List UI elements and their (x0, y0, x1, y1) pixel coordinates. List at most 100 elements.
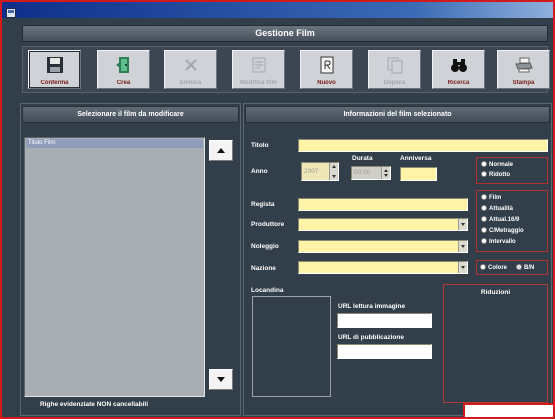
anno-spinner[interactable] (329, 163, 338, 180)
radio-ridotto[interactable]: Ridotto (481, 171, 510, 179)
radio-label: C/Metraggio (489, 228, 524, 234)
radio-button-icon (481, 227, 487, 233)
durata-spinner[interactable] (381, 167, 390, 179)
button-label: Crea (116, 80, 131, 86)
scroll-up-button[interactable] (209, 140, 233, 161)
anniversa-label: Anniversa (400, 155, 432, 162)
delete-x-icon (181, 55, 201, 75)
highlight-box (463, 403, 555, 419)
nazione-dropdown-button[interactable] (458, 262, 467, 273)
arrow-up-icon (217, 148, 225, 153)
radio-label: B/N (524, 265, 535, 271)
radio-button-icon (481, 238, 487, 244)
regista-label: Regista (251, 201, 275, 208)
crea-button[interactable]: Crea (97, 50, 150, 89)
radio-attualita[interactable]: Attualità (481, 205, 513, 213)
button-label: Conferma (40, 80, 69, 86)
nazione-label: Nazione (251, 265, 276, 272)
binoculars-icon (449, 55, 469, 75)
button-label: Modifica film (240, 80, 277, 86)
form-title: Gestione Film (255, 28, 315, 38)
radio-normale[interactable]: Normale (481, 161, 513, 169)
anno-label: Anno (251, 168, 268, 175)
edit-icon (249, 55, 269, 75)
elimina-button[interactable]: Elimina (164, 50, 217, 89)
window-title-bar[interactable] (2, 2, 553, 18)
radio-button-icon (481, 171, 487, 177)
arrow-down-icon (217, 377, 225, 382)
button-label: Ricerca (447, 80, 470, 86)
produttore-dropdown-button[interactable] (458, 219, 467, 230)
radio-button-icon (481, 194, 487, 200)
durata-value: 00:00 (354, 169, 371, 176)
form-title-bar: Gestione Film (22, 25, 548, 42)
ricerca-button[interactable]: Ricerca (432, 50, 485, 89)
anno-field[interactable]: 2007 (301, 162, 339, 181)
regista-field[interactable] (298, 198, 468, 211)
radio-attualita-169[interactable]: Attual.16/9 (481, 216, 519, 224)
radio-cortometraggio[interactable]: C/Metraggio (481, 227, 524, 235)
duplicate-icon (385, 55, 405, 75)
document-icon (317, 55, 337, 75)
radio-label: Intervallo (489, 239, 516, 245)
button-label: Duplica (383, 80, 406, 86)
produttore-select[interactable] (298, 218, 468, 231)
locandina-label: Locandina (251, 287, 284, 294)
url-pubblicazione-field[interactable] (337, 344, 432, 359)
radio-button-icon (480, 264, 486, 270)
radio-label: Attualità (489, 206, 513, 212)
url-lettura-field[interactable] (337, 313, 432, 328)
riduzioni-box[interactable]: Riduzioni (443, 284, 548, 403)
radio-intervallo[interactable]: Intervallo (481, 238, 516, 246)
film-list-header: Selezionare il film da modificare (22, 106, 239, 123)
chevron-down-icon (461, 245, 465, 248)
button-label: Stampa (512, 80, 535, 86)
radio-label: Attual.16/9 (489, 217, 520, 223)
anno-value: 2007 (304, 168, 319, 175)
film-info-header: Informazioni del film selezionato (245, 106, 550, 123)
radio-bn[interactable]: B/N (516, 264, 534, 272)
film-list-title: Selezionare il film da modificare (77, 111, 184, 118)
radio-label: Normale (489, 162, 514, 168)
nuovo-button[interactable]: Nuovo (300, 50, 353, 89)
list-footer-note: Righe evidenziate NON cancellabili (40, 401, 149, 408)
film-listbox[interactable]: Titolo Film (24, 137, 205, 397)
spin-up-icon (384, 169, 388, 172)
radio-label: Film (489, 195, 502, 201)
button-label: Nuovo (317, 80, 336, 86)
tariffa-radio-group: Normale Ridotto (476, 157, 548, 184)
green-door-icon (114, 55, 134, 75)
stampa-button[interactable]: Stampa (497, 50, 550, 89)
noleggio-select[interactable] (298, 240, 468, 253)
radio-button-icon (481, 216, 487, 222)
spin-down-icon (384, 174, 388, 177)
chevron-down-icon (461, 266, 465, 269)
radio-button-icon (481, 161, 487, 167)
modifica-button[interactable]: Modifica film (232, 50, 285, 89)
conferma-button[interactable]: Conferma (28, 50, 81, 89)
riduzioni-label: Riduzioni (480, 289, 511, 296)
scroll-down-button[interactable] (209, 369, 233, 390)
duplica-button[interactable]: Duplica (368, 50, 421, 89)
anniversa-field[interactable] (400, 167, 437, 181)
noleggio-dropdown-button[interactable] (458, 241, 467, 252)
locandina-image-box[interactable] (252, 296, 331, 397)
printer-icon (514, 55, 534, 75)
titolo-field[interactable] (298, 139, 548, 152)
durata-field[interactable]: 00:00 (351, 166, 391, 180)
spin-up-icon (332, 165, 336, 168)
radio-button-icon (516, 264, 522, 270)
radio-film[interactable]: Film (481, 194, 501, 202)
url-lettura-label: URL lettura immagine (338, 303, 406, 310)
list-column-header[interactable]: Titolo Film (26, 139, 203, 148)
film-info-title: Informazioni del film selezionato (343, 111, 452, 118)
list-column-header-label: Titolo Film (28, 140, 56, 146)
colore-radio-group: Colore B/N (476, 260, 548, 275)
app-icon[interactable] (6, 5, 16, 18)
radio-colore[interactable]: Colore (480, 264, 507, 272)
titolo-label: Titolo (251, 142, 269, 149)
nazione-select[interactable] (298, 261, 468, 274)
spin-down-icon (332, 175, 336, 178)
radio-button-icon (481, 205, 487, 211)
noleggio-label: Noleggio (251, 243, 279, 250)
